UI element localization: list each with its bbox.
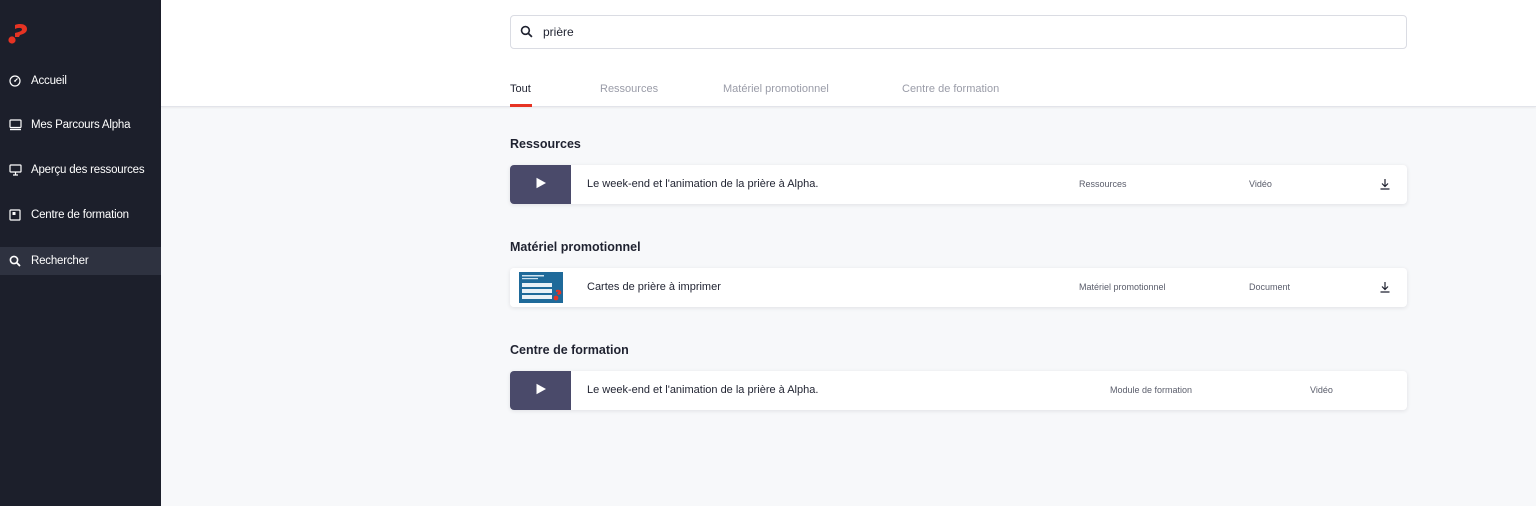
search-icon bbox=[520, 25, 534, 39]
sidebar: Accueil Mes Parcours Alpha Aperçu des re… bbox=[0, 0, 161, 506]
search-input[interactable] bbox=[543, 25, 1343, 39]
book-icon bbox=[8, 208, 22, 222]
result-category: Matériel promotionnel bbox=[1079, 282, 1166, 292]
video-thumbnail[interactable] bbox=[510, 371, 571, 410]
dashboard-icon bbox=[8, 74, 22, 88]
tab-materiel-promotionnel[interactable]: Matériel promotionnel bbox=[723, 83, 829, 95]
sidebar-item-label: Centre de formation bbox=[31, 209, 129, 221]
sidebar-item-apercu[interactable]: Aperçu des ressources bbox=[0, 156, 161, 184]
tab-ressources[interactable]: Ressources bbox=[600, 83, 658, 95]
play-icon bbox=[535, 382, 547, 400]
search-box[interactable] bbox=[510, 15, 1407, 49]
result-type: Vidéo bbox=[1249, 179, 1272, 189]
download-icon[interactable] bbox=[1378, 280, 1392, 294]
sidebar-item-label: Rechercher bbox=[31, 255, 89, 267]
result-card-centre-formation[interactable]: Le week-end et l'animation de la prière … bbox=[510, 371, 1407, 410]
result-title[interactable]: Le week-end et l'animation de la prière … bbox=[587, 384, 818, 396]
section-title-centre-formation: Centre de formation bbox=[510, 343, 629, 357]
sidebar-item-label: Aperçu des ressources bbox=[31, 164, 145, 176]
document-thumbnail[interactable] bbox=[510, 268, 571, 307]
sidebar-item-centre-formation[interactable]: Centre de formation bbox=[0, 201, 161, 229]
monitor-icon bbox=[8, 118, 22, 132]
sidebar-item-rechercher[interactable]: Rechercher bbox=[0, 247, 161, 275]
sidebar-item-label: Accueil bbox=[31, 75, 67, 87]
result-card-ressources[interactable]: Le week-end et l'animation de la prière … bbox=[510, 165, 1407, 204]
section-title-ressources: Ressources bbox=[510, 137, 581, 151]
result-type: Document bbox=[1249, 282, 1291, 292]
result-category: Module de formation bbox=[1110, 385, 1193, 395]
sidebar-item-mes-parcours[interactable]: Mes Parcours Alpha bbox=[0, 111, 161, 139]
sidebar-item-accueil[interactable]: Accueil bbox=[0, 67, 161, 95]
alpha-logo-icon[interactable] bbox=[6, 22, 34, 46]
result-title[interactable]: Cartes de prière à imprimer bbox=[587, 281, 721, 293]
result-category: Ressources bbox=[1079, 179, 1127, 189]
search-icon bbox=[8, 254, 22, 268]
play-icon bbox=[535, 176, 547, 194]
screen-icon bbox=[8, 163, 22, 177]
sidebar-item-label: Mes Parcours Alpha bbox=[31, 119, 131, 131]
section-title-materiel-promotionnel: Matériel promotionnel bbox=[510, 240, 641, 254]
tab-centre-formation[interactable]: Centre de formation bbox=[902, 83, 999, 95]
result-title[interactable]: Le week-end et l'animation de la prière … bbox=[587, 178, 818, 190]
video-thumbnail[interactable] bbox=[510, 165, 571, 204]
download-icon[interactable] bbox=[1378, 177, 1392, 191]
active-tab-indicator bbox=[510, 104, 532, 107]
result-card-materiel[interactable]: Cartes de prière à imprimer Matériel pro… bbox=[510, 268, 1407, 307]
tab-tout[interactable]: Tout bbox=[510, 83, 531, 95]
result-type: Vidéo bbox=[1310, 385, 1333, 395]
